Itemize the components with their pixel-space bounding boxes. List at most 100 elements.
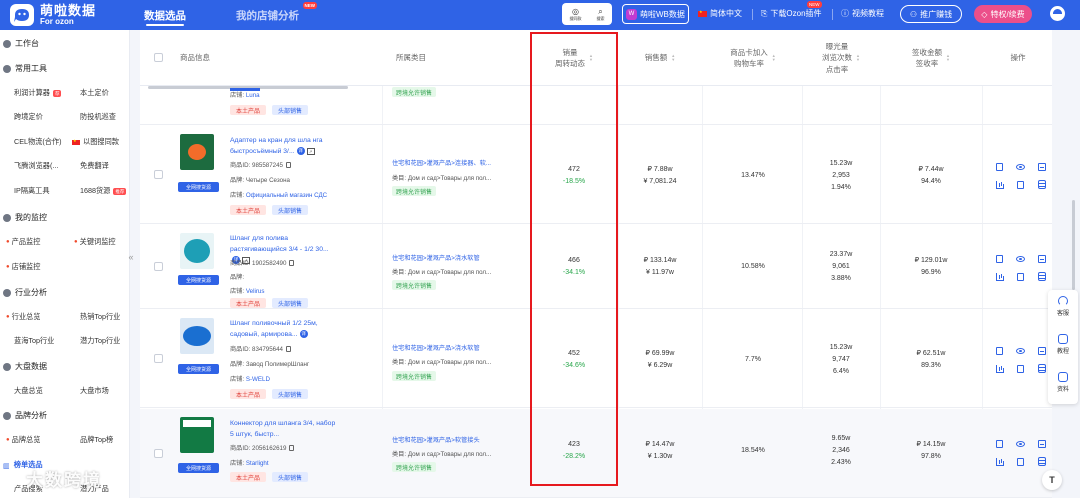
store-link[interactable]: Luna — [246, 92, 260, 99]
view-icon[interactable] — [1016, 162, 1025, 171]
favorite-icon[interactable] — [995, 439, 1004, 448]
sort-icon[interactable]: ▲ ▼ — [671, 54, 675, 62]
store-link[interactable]: Starlight — [246, 460, 269, 467]
sidebar-item-anti-speculation[interactable]: 防投机巡查 — [80, 112, 116, 122]
product-name-link[interactable]: Коннектор для шланга 3/4, набор 5 штук, … — [230, 418, 338, 440]
tutorial-button[interactable]: 教程 — [1048, 334, 1078, 355]
category-path-link[interactable]: 住宅和花园>灌溉产品>浇水软管 — [392, 343, 510, 352]
sidebar-item-brand-overview[interactable]: ● 品牌总览 — [6, 435, 40, 445]
view-icon[interactable] — [1016, 439, 1025, 448]
sidebar-item-brand-top[interactable]: 品牌Top榜 — [80, 435, 113, 445]
sidebar-item-profit-calculator[interactable]: 利润计算器荐 — [14, 88, 62, 98]
logo[interactable]: 萌啦数据 For ozon — [0, 0, 134, 30]
copy-icon[interactable] — [289, 260, 295, 267]
sidebar-item-cel-logistics[interactable]: CEL物流(合作) — [14, 137, 62, 147]
copy-icon[interactable] — [286, 162, 292, 169]
trend-chart-icon[interactable] — [995, 180, 1004, 189]
sort-icon[interactable]: ▲ ▼ — [772, 54, 776, 62]
resources-button[interactable]: 资料 — [1048, 372, 1078, 393]
product-thumbnail[interactable] — [180, 233, 214, 269]
sidebar-item-potential-industry[interactable]: 潜力Top行业 — [80, 336, 120, 346]
tab-data-selection[interactable]: 数据选品 — [134, 0, 196, 30]
vertical-scrollbar[interactable] — [1072, 200, 1075, 290]
trend-chart-icon[interactable] — [995, 272, 1004, 281]
database-icon[interactable] — [1037, 272, 1046, 281]
detail-icon[interactable] — [1037, 439, 1046, 448]
category-path-link[interactable]: 住宅和花园>灌溉产品>软管接头 — [392, 435, 510, 444]
collapse-sidebar-icon[interactable]: « — [126, 250, 136, 264]
trend-chart-icon[interactable] — [995, 457, 1004, 466]
avatar[interactable] — [1050, 6, 1065, 21]
sidebar-item-local-pricing[interactable]: 本土定价 — [80, 88, 109, 98]
sort-icon[interactable]: ▲ ▼ — [856, 54, 860, 62]
favorite-icon[interactable] — [995, 254, 1004, 263]
search-button[interactable]: ⌕ 搜索 — [597, 7, 605, 21]
select-all-checkbox[interactable] — [154, 53, 163, 62]
product-thumbnail[interactable] — [180, 318, 214, 354]
sidebar-item-blue-ocean[interactable]: 蓝海Top行业 — [14, 336, 54, 346]
sidebar-item-keyword-monitor[interactable]: ● 关键词监控 — [74, 237, 116, 247]
view-icon[interactable] — [1016, 254, 1025, 263]
header-exposure[interactable]: 曝光量 浏览次数 点击率 ▲ ▼ — [804, 30, 878, 86]
sidebar-item-hot-industry[interactable]: 热销Top行业 — [80, 312, 120, 322]
sidebar-group-market[interactable]: 大盘数据 — [3, 361, 47, 372]
sidebar-item-1688-source[interactable]: 1688货源 推荐 — [80, 186, 127, 196]
sidebar-item-image-search[interactable]: 以图搜同款 — [72, 137, 119, 147]
sidebar-item-free-translate[interactable]: 免费翻译 — [80, 161, 109, 171]
source-search-button[interactable]: 全网搜货源 — [178, 463, 219, 473]
row-checkbox[interactable] — [154, 449, 163, 458]
detail-icon[interactable] — [1037, 162, 1046, 171]
header-signed[interactable]: 签收金额 签收率 ▲ ▼ — [882, 30, 980, 86]
export-icon[interactable] — [1016, 364, 1025, 373]
sidebar-group-monitor[interactable]: 我的监控 — [3, 212, 47, 223]
trend-chart-icon[interactable] — [995, 364, 1004, 373]
sidebar-item-browser[interactable]: 飞腾浏览器(... — [14, 161, 58, 171]
vip-button[interactable]: ◇ 特权/续费 — [974, 5, 1032, 23]
export-icon[interactable] — [1016, 180, 1025, 189]
header-revenue[interactable]: 销售额 ▲ ▼ — [620, 30, 700, 86]
sidebar-item-store-monitor[interactable]: ● 店铺监控 — [6, 262, 40, 272]
view-icon[interactable] — [1016, 346, 1025, 355]
copy-icon[interactable] — [286, 346, 292, 353]
sidebar-item-cross-pricing[interactable]: 跨境定价 — [14, 112, 43, 122]
sidebar-item-market-overview[interactable]: 大盘总览 — [14, 386, 43, 396]
favorite-icon[interactable] — [995, 162, 1004, 171]
sidebar-item-market[interactable]: 大盘市场 — [80, 386, 109, 396]
sidebar-group-tools[interactable]: 常用工具 — [3, 63, 47, 74]
copy-icon[interactable] — [289, 445, 295, 452]
product-thumbnail[interactable] — [180, 134, 214, 170]
translate-icon[interactable]: 译 — [296, 147, 305, 156]
favorite-icon[interactable] — [995, 346, 1004, 355]
sidebar-group-industry[interactable]: 行业分析 — [3, 287, 47, 298]
wb-data-button[interactable]: W 萌啦WB数据 — [622, 4, 689, 24]
export-icon[interactable] — [1016, 272, 1025, 281]
row-checkbox[interactable] — [154, 262, 163, 271]
row-checkbox[interactable] — [154, 354, 163, 363]
language-switch[interactable]: 简体中文 — [698, 8, 742, 19]
product-name-link[interactable]: Шланг поливочный 1/2 25м, садовый, армир… — [230, 318, 338, 340]
detail-icon[interactable] — [1037, 254, 1046, 263]
category-path-link[interactable]: 住宅和花园>灌溉产品>浇水软管 — [392, 253, 510, 262]
sidebar-item-product-monitor[interactable]: ● 产品监控 — [6, 237, 40, 247]
category-path-link[interactable]: 住宅和花园>灌溉产品>连接器、软... — [392, 158, 510, 167]
sort-icon[interactable]: ▲ ▼ — [946, 54, 950, 62]
sidebar-item-industry-overview[interactable]: ● 行业总览 — [6, 312, 40, 322]
detail-icon[interactable] — [1037, 346, 1046, 355]
product-name-link[interactable]: Адаптер на кран для шла нга быстросъёмны… — [230, 135, 338, 157]
image-search-button[interactable]: ◎ 搜同款 — [570, 7, 582, 21]
store-link[interactable]: Velirus — [246, 288, 265, 295]
promote-button[interactable]: ⚇ 推广赚钱 — [900, 5, 962, 23]
sidebar-group-workbench[interactable]: 工作台 — [3, 38, 39, 49]
video-tutorial-link[interactable]: ⓘ 视频教程 — [841, 8, 884, 19]
back-to-top-button[interactable]: T — [1042, 470, 1062, 490]
download-plugin-link[interactable]: ⎘ 下载Ozon插件 NEW — [761, 1, 822, 19]
source-search-button[interactable]: 全网搜货源 — [178, 275, 219, 285]
source-search-button[interactable]: 全网搜货源 — [178, 182, 219, 192]
source-search-button[interactable]: 全网搜货源 — [178, 364, 219, 374]
header-cart-rate[interactable]: 商品卡加入 购物车率 ▲ ▼ — [706, 30, 800, 86]
store-link[interactable]: Официальный магазин СДС — [246, 192, 327, 199]
translate-icon[interactable]: 译 — [299, 330, 308, 339]
product-thumbnail[interactable] — [180, 417, 214, 453]
database-icon[interactable] — [1037, 457, 1046, 466]
store-link[interactable]: S-WELD — [246, 376, 270, 383]
